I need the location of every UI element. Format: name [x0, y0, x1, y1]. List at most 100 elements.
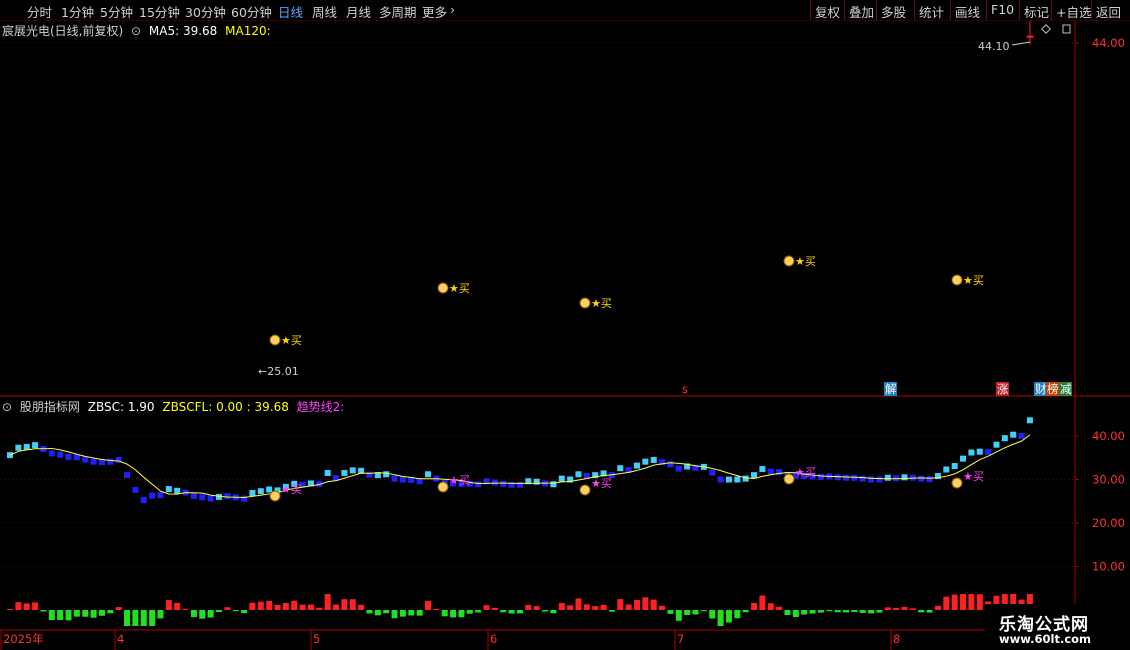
indicator-block: [391, 475, 398, 482]
indicator-block: [65, 453, 72, 460]
stock-title[interactable]: 宸展光电(日线,前复权): [2, 24, 123, 38]
action-button-1[interactable]: 叠加: [849, 2, 874, 21]
buy-signal: ★买: [449, 282, 470, 295]
action-button-6[interactable]: 标记: [1024, 2, 1049, 21]
period-tab-10[interactable]: 更多: [422, 2, 447, 21]
axes: 44.0042.0040.0038.0036.0034.0032.0030.00…: [0, 2, 1130, 650]
indicator-block: [617, 465, 624, 472]
period-tab-9[interactable]: 多周期: [379, 2, 417, 21]
macd-bar: [366, 610, 373, 614]
time-label: 4: [117, 632, 124, 646]
event-label: 榜: [1047, 382, 1059, 396]
toolbar-divider: [876, 0, 877, 20]
macd-bar: [625, 604, 632, 610]
period-tab-8[interactable]: 月线: [346, 2, 371, 21]
indicator-block: [918, 475, 925, 482]
macd-bar: [943, 596, 950, 610]
macd-bar: [533, 606, 540, 610]
indicator-block: [667, 461, 674, 468]
buy-signal: ★买: [795, 255, 816, 268]
macd-bar: [876, 610, 883, 613]
action-button-2[interactable]: 多股: [881, 2, 906, 21]
macd-bar: [65, 610, 72, 621]
indicator-block: [901, 474, 908, 481]
period-tab-4[interactable]: 30分钟: [185, 2, 226, 21]
macd-bar: [934, 605, 941, 610]
macd-bar: [817, 610, 824, 613]
macd-bar: [792, 610, 799, 618]
money-bag-icon: [783, 473, 795, 485]
indicator-block: [257, 488, 264, 495]
macd-bar: [826, 610, 833, 612]
action-button-7[interactable]: +自选: [1056, 2, 1091, 21]
time-label: 2025年: [3, 632, 44, 646]
macd-bar: [558, 603, 565, 610]
macd-bar: [207, 610, 214, 618]
indicator-info-bar: ⊙ 股朋指标网 ZBSC: 1.90 ZBSCFL: 0.00 : 39.68 …: [2, 398, 348, 415]
ma5-value: MA5: 39.68: [148, 24, 218, 38]
macd-bar: [23, 603, 30, 610]
time-label: 5: [313, 632, 320, 646]
macd-bar: [742, 610, 749, 613]
indicator-block: [968, 449, 975, 456]
macd-bar: [199, 610, 206, 619]
macd-bar: [299, 604, 306, 610]
macd-bar: [650, 599, 657, 610]
indicator-name[interactable]: 股朋指标网: [20, 400, 80, 414]
time-label: 7: [677, 632, 684, 646]
action-button-8[interactable]: 返回: [1096, 2, 1121, 21]
indicator-block: [960, 455, 967, 462]
macd-bar: [608, 610, 615, 612]
macd-bar: [140, 610, 147, 626]
period-tab-5[interactable]: 60分钟: [231, 2, 272, 21]
macd-bar: [717, 610, 724, 626]
money-bag-icon: [951, 274, 963, 286]
buy-signal: ★买: [591, 297, 612, 310]
macd-bar: [918, 610, 925, 613]
macd-bar: [634, 600, 640, 610]
indicator-block: [843, 474, 849, 481]
indicator-block: [943, 466, 950, 473]
indicator-block: [324, 469, 331, 476]
period-tab-6[interactable]: 日线: [278, 2, 303, 21]
macd-bar: [48, 610, 55, 621]
kline-chart[interactable]: 44.0042.0040.0038.0036.0034.0032.0030.00…: [0, 0, 1130, 650]
buy-signal: ★买: [281, 483, 302, 496]
period-tab-1[interactable]: 1分钟: [61, 2, 94, 21]
macd-bar: [32, 602, 39, 610]
action-button-3[interactable]: 统计: [919, 2, 944, 21]
chevron-down-icon[interactable]: ⊙: [2, 400, 12, 414]
indicator-block: [124, 472, 131, 479]
period-tab-7[interactable]: 周线: [312, 2, 337, 21]
indicator-block: [132, 486, 139, 493]
action-button-4[interactable]: 画线: [955, 2, 980, 21]
toolbar-divider: [1091, 0, 1092, 20]
watermark-logo: 乐淘公式网 www.60lt.com: [985, 604, 1130, 650]
indicator-block: [241, 495, 248, 502]
more-arrow-icon[interactable]: ›: [450, 2, 455, 17]
indicator-block: [90, 458, 97, 465]
buy-signal: ★买: [795, 466, 816, 479]
indicator-block: [157, 492, 164, 499]
indicator-block: [976, 448, 983, 455]
indicator-block: [266, 486, 273, 493]
macd-bar: [416, 610, 423, 616]
indicator-block: [149, 492, 156, 499]
action-button-0[interactable]: 复权: [815, 2, 840, 21]
money-bag-icon: [579, 297, 591, 309]
action-button-5[interactable]: F10: [991, 2, 1014, 17]
macd-bar: [976, 594, 983, 610]
period-tab-0[interactable]: 分时: [27, 2, 52, 21]
macd-bar: [667, 610, 674, 614]
macd-bar: [550, 610, 557, 614]
chevron-down-icon[interactable]: ⊙: [131, 24, 141, 38]
event-label: 财: [1035, 382, 1047, 396]
toolbar-divider: [844, 0, 845, 20]
indicator-block: [742, 475, 749, 482]
macd-bar: [399, 610, 406, 617]
period-tab-3[interactable]: 15分钟: [139, 2, 180, 21]
macd-bar: [391, 610, 398, 619]
indicator-tick-label: 30.00: [1092, 473, 1125, 487]
macd-bar: [40, 610, 47, 612]
period-tab-2[interactable]: 5分钟: [100, 2, 133, 21]
